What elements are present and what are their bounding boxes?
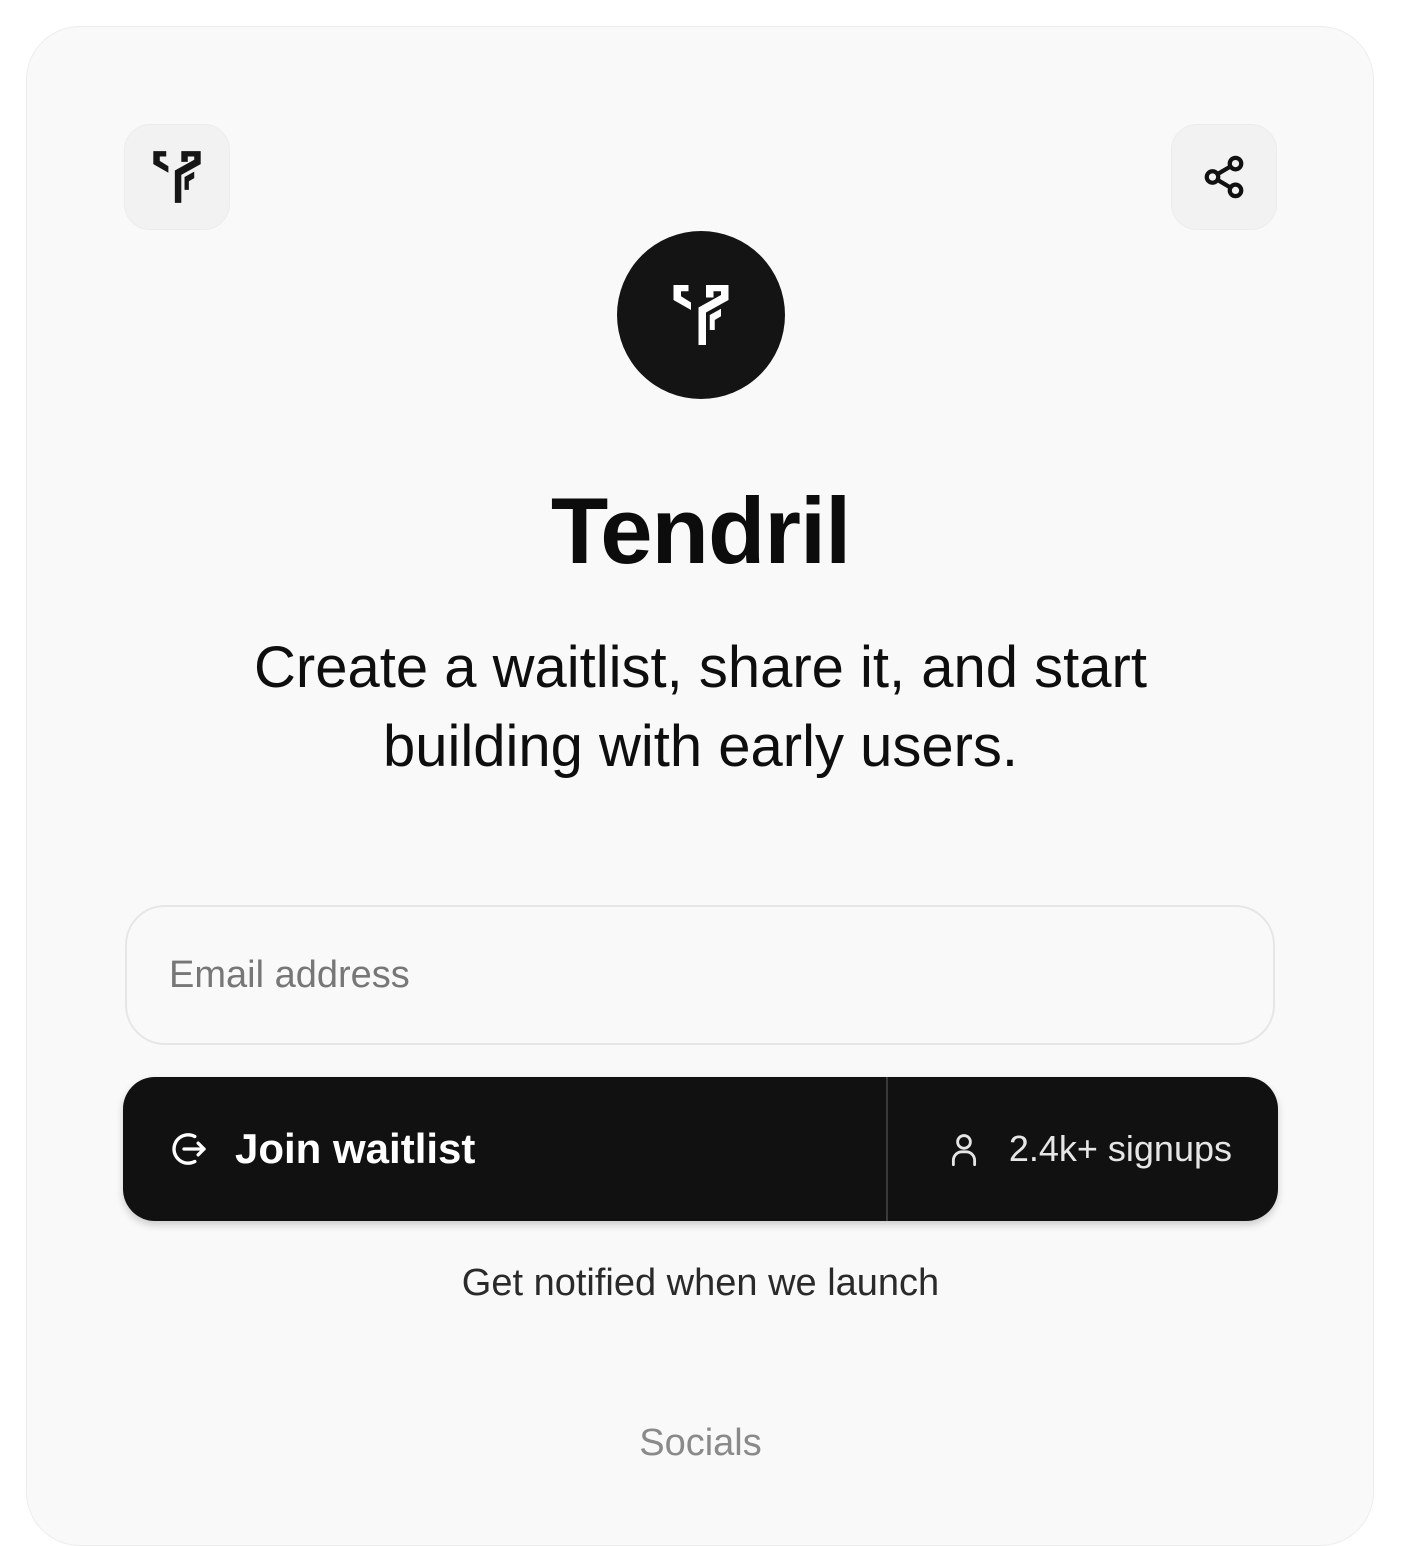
sign-in-arrow-icon — [172, 1133, 206, 1165]
socials-heading: Socials — [639, 1422, 762, 1464]
hero-logo — [617, 231, 785, 399]
notify-text: Get notified when we launch — [461, 1262, 940, 1304]
email-input[interactable] — [125, 905, 1275, 1045]
join-waitlist-button[interactable]: Join waitlist — [123, 1077, 888, 1221]
user-icon — [951, 1134, 976, 1166]
join-bar: Join waitlist 2.4k+ signups — [123, 1077, 1278, 1221]
signup-count: 2.4k+ signups — [888, 1077, 1278, 1221]
signup-count-label: 2.4k+ signups — [1008, 1128, 1232, 1169]
join-waitlist-label: Join waitlist — [235, 1125, 476, 1172]
share-button[interactable] — [1171, 124, 1277, 230]
tagline: Create a waitlist, share it, and start b… — [254, 635, 1147, 779]
home-logo-button[interactable] — [124, 124, 230, 230]
tendril-logo-icon — [153, 151, 201, 203]
page-title: Tendril — [550, 478, 851, 583]
share-icon — [1204, 155, 1244, 199]
tendril-logo-icon — [673, 285, 729, 345]
